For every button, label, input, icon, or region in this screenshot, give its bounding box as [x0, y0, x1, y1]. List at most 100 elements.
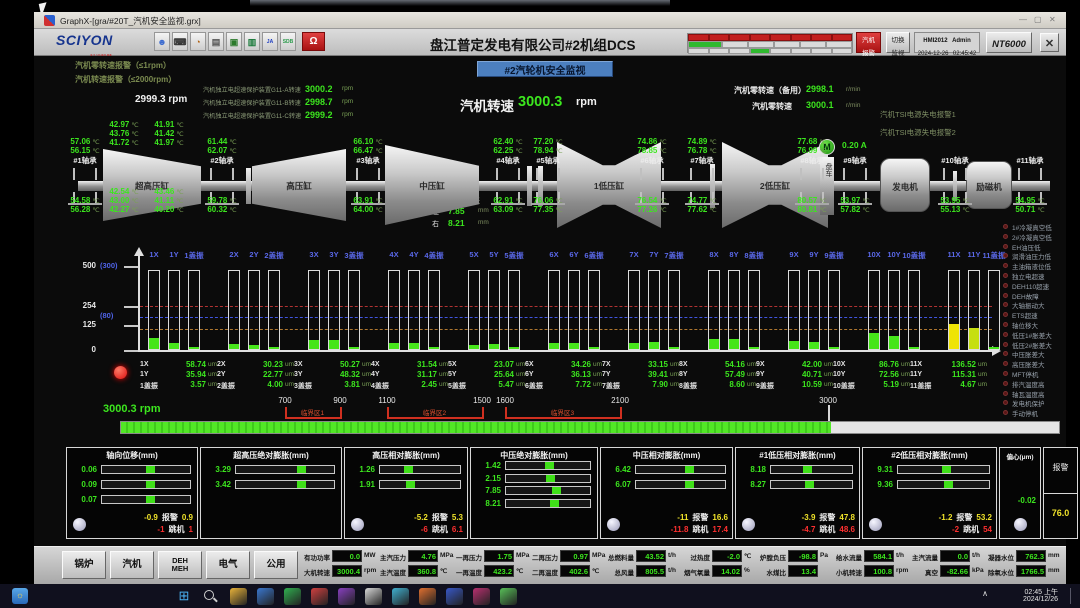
dcs-field-box: 1.75: [484, 550, 514, 562]
window-title: GraphX-[gra/#20T_汽机安全监视.grx]: [60, 15, 201, 27]
turbine-alarm-button[interactable]: 汽机 报警: [856, 32, 881, 53]
vib-bar-8盖振: [748, 270, 760, 350]
panel-title: 高压相对膨胀(mm): [345, 450, 467, 461]
vib-value-label: 11盖振: [910, 381, 937, 391]
vib-value-label: 1Y: [140, 371, 167, 378]
taskbar-app-icon[interactable]: [473, 588, 490, 605]
mode-switch-box[interactable]: 切换 监视: [886, 32, 910, 53]
window-close-button[interactable]: ✕: [1049, 15, 1056, 24]
limit-low: -3.9: [802, 513, 816, 522]
book-icon[interactable]: ▥: [244, 32, 260, 51]
ja-logo-icon[interactable]: JA: [262, 32, 278, 51]
panel-value: 8.18: [738, 465, 766, 474]
bearing-label: #5轴承: [526, 155, 570, 166]
vib-bar-9Y: [808, 270, 820, 350]
vib-value: 5.47: [474, 380, 514, 389]
taskbar-app-icon[interactable]: [500, 588, 517, 605]
vib-bar-fill: [909, 347, 919, 349]
vib-bar-label: 1盖振: [177, 250, 211, 261]
vib-value-unit: um: [208, 371, 217, 378]
limit-word: 报警: [956, 513, 972, 522]
start-button[interactable]: ⊞: [176, 588, 192, 604]
dcs-field-value: 1766.5: [1017, 567, 1044, 576]
weather-widget-icon[interactable]: ☼: [12, 588, 28, 604]
taskbar-app-icon[interactable]: [284, 588, 301, 605]
scale-tick-label: 3000: [812, 396, 844, 405]
taskbar-app-icon[interactable]: [446, 588, 463, 605]
vib-bar-3Y: [328, 270, 340, 350]
alarm-list-item: 独立电超速: [1012, 271, 1045, 281]
panel-bar: [897, 480, 990, 489]
vib-value: 48.32: [320, 370, 360, 379]
minimize-button[interactable]: —: [1019, 15, 1027, 24]
cylinder-label: 发电机: [881, 181, 929, 193]
vib-value-label: 9Y: [756, 371, 783, 378]
taskbar-app-icon[interactable]: [365, 588, 382, 605]
taskbar-app-icon[interactable]: [230, 588, 247, 605]
clock-icon[interactable]: ◔: [190, 32, 206, 51]
panel-value: 8.27: [738, 480, 766, 489]
alarm-grid-cell: [832, 48, 853, 55]
close-screen-button[interactable]: ✕: [1040, 33, 1059, 52]
keyboard-icon[interactable]: ⌨: [172, 32, 188, 51]
search-icon[interactable]: [204, 590, 214, 600]
dcs-field-value: 14.02: [713, 567, 740, 576]
taskbar-app-icon[interactable]: [257, 588, 274, 605]
taskbar-app-icon[interactable]: [419, 588, 436, 605]
dcs-field-box: 4.76: [408, 550, 438, 562]
vib-bar-label: 4盖振: [417, 250, 451, 261]
bearing-temp: 66.47℃: [338, 146, 398, 155]
vib-ref-label-80: (80): [100, 311, 113, 320]
limit-word: 报警: [162, 513, 178, 522]
maximize-button[interactable]: ▢: [1034, 15, 1042, 24]
vib-bar-11Y: [968, 270, 980, 350]
temp-unit: ℃: [1037, 207, 1044, 214]
dcs-field-value: 402.6: [561, 567, 588, 576]
main-speed-value: 3000.3: [518, 94, 562, 110]
panel-bar: [505, 461, 591, 470]
temp-unit: ℃: [176, 131, 183, 138]
zone-tick: [620, 407, 622, 419]
expansion-panel: 中压绝对膨胀(mm)1.422.157.858.21: [470, 447, 598, 539]
alarm-bell-icon[interactable]: Ω: [302, 32, 325, 51]
nav-electric[interactable]: 电气: [206, 551, 250, 579]
bearing-temp: 66.10℃: [338, 137, 398, 146]
vib-bar-fill: [789, 341, 799, 349]
panel-status-lamp: [351, 518, 364, 531]
vib-bar-fill: [589, 347, 599, 349]
users-icon[interactable]: ☻: [154, 32, 170, 51]
expansion-panel: 轴向位移(mm)0.060.090.07-0.9报警0.9-1跳机1: [66, 447, 198, 539]
nav-deh-meh[interactable]: DEHMEH: [158, 551, 202, 579]
nav-common[interactable]: 公用: [254, 551, 298, 579]
printer-icon[interactable]: ▤: [208, 32, 224, 51]
vib-value: 4.00: [243, 380, 283, 389]
nav-boiler[interactable]: 锅炉: [62, 551, 106, 579]
bearing-temp: 74.77℃: [672, 196, 732, 205]
scale-tick-label: 2100: [604, 396, 636, 405]
screen-tab-title: #2汽轮机安全监视: [477, 61, 613, 77]
bearing-bracket-top: [943, 168, 967, 180]
taskbar-app-icon[interactable]: [338, 588, 355, 605]
dcs-field-unit: rpm: [364, 567, 376, 574]
vib-bar-fill: [149, 338, 159, 349]
alarm-list-item: 低压1#胀差大: [1012, 330, 1052, 340]
nav-steam-turbine[interactable]: 汽机: [110, 551, 154, 579]
bearing-temp: 56.15℃: [55, 146, 115, 155]
monitor-icon[interactable]: ▣: [226, 32, 242, 51]
cylinder-label: 2低压缸: [722, 180, 828, 192]
taskbar-app-icon[interactable]: [311, 588, 328, 605]
temp-unit: ℃: [229, 207, 236, 214]
taskbar-app-icon[interactable]: [392, 588, 409, 605]
zero-speed-alarm-line1: 汽机零转速报警（≤1rpm）: [75, 60, 171, 71]
sdb-logo-icon[interactable]: SDB: [280, 32, 296, 51]
vib-bar-fill: [189, 347, 199, 349]
panel-value: 9.31: [865, 465, 893, 474]
zone-tick: [482, 407, 484, 419]
limit-word: 报警: [692, 513, 708, 522]
tray-chevron-icon[interactable]: ∧: [980, 589, 990, 599]
critical-zone-label: 临界区3: [545, 407, 581, 417]
temp-unit: ℃: [709, 198, 716, 205]
bearing-bracket-top: [800, 168, 824, 180]
temp-unit: ℃: [659, 148, 666, 155]
vib-bar-fill: [469, 345, 479, 349]
